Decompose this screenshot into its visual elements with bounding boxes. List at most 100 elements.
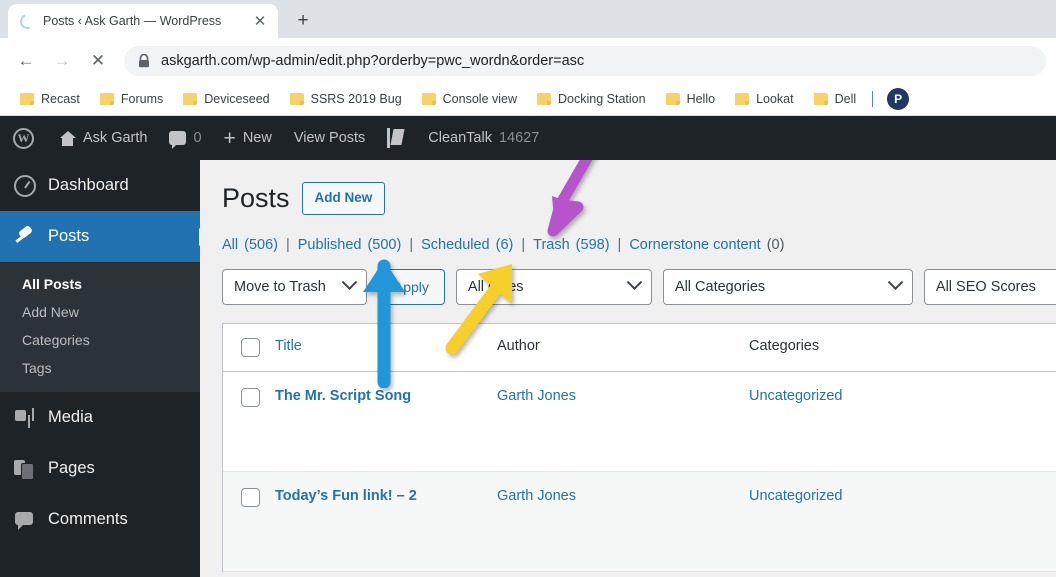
sidebar-item-pages[interactable]: Pages bbox=[0, 443, 200, 494]
close-icon[interactable]: ✕ bbox=[250, 11, 270, 31]
post-title-link[interactable]: The Mr. Script Song bbox=[275, 388, 411, 404]
bookmark-ssrs-2019-bug[interactable]: SSRS 2019 Bug bbox=[282, 89, 410, 109]
folder-icon bbox=[421, 93, 436, 105]
submenu-item-all-posts[interactable]: All Posts bbox=[0, 270, 200, 298]
bookmark-console-view[interactable]: Console view bbox=[414, 89, 525, 109]
post-author-link[interactable]: Garth Jones bbox=[497, 488, 576, 504]
bulk-action-value: Move to Trash bbox=[234, 278, 326, 295]
stop-icon[interactable]: ✕ bbox=[82, 45, 114, 77]
folder-icon bbox=[20, 93, 34, 105]
row-author-cell: Garth Jones bbox=[497, 472, 749, 520]
dashboard-icon bbox=[14, 174, 36, 197]
back-icon[interactable]: ← bbox=[10, 45, 42, 77]
browser-tab[interactable]: Posts ‹ Ask Garth — WordPress ✕ bbox=[8, 4, 278, 38]
column-author-label: Author bbox=[497, 337, 540, 354]
add-new-button[interactable]: Add New bbox=[301, 182, 386, 215]
column-header-categories[interactable]: Categories bbox=[749, 324, 979, 368]
column-title-label: Title bbox=[275, 337, 302, 354]
browser-chrome: Posts ‹ Ask Garth — WordPress ✕ + ← → ✕ … bbox=[0, 0, 1056, 116]
wordpress-logo-icon[interactable] bbox=[0, 116, 48, 160]
avatar[interactable]: P bbox=[887, 88, 910, 110]
post-category-link[interactable]: Uncategorized bbox=[749, 388, 843, 404]
bookmarks-bar: Recast Forums Deviceseed SSRS 2019 Bug C… bbox=[0, 83, 1056, 116]
yoast-icon bbox=[387, 128, 406, 148]
divider bbox=[872, 91, 874, 107]
post-author-link[interactable]: Garth Jones bbox=[497, 388, 576, 404]
admin-sidebar: Dashboard Posts All Posts Add New Catego… bbox=[0, 160, 200, 577]
submenu-item-categories[interactable]: Categories bbox=[0, 326, 200, 354]
wp-logo-glyph bbox=[13, 127, 34, 149]
adminbar-cleantalk[interactable]: CleanTalk 14627 bbox=[417, 116, 550, 160]
posts-submenu: All Posts Add New Categories Tags bbox=[0, 262, 200, 392]
table-navigation: Move to Trash Apply All dates All Catego… bbox=[222, 268, 1056, 305]
column-categories-label: Categories bbox=[749, 337, 820, 354]
forward-icon[interactable]: → bbox=[46, 45, 78, 77]
bookmark-recast[interactable]: Recast bbox=[12, 89, 88, 109]
admin-body: Dashboard Posts All Posts Add New Catego… bbox=[0, 160, 1056, 577]
filter-trash[interactable]: Trash bbox=[533, 237, 570, 253]
sidebar-item-label: Pages bbox=[48, 459, 95, 477]
column-header-title[interactable]: Title bbox=[275, 324, 497, 368]
folder-icon bbox=[289, 93, 304, 105]
sidebar-item-posts[interactable]: Posts bbox=[0, 211, 200, 262]
adminbar-site-name[interactable]: Ask Garth bbox=[48, 116, 158, 160]
row-title-cell: The Mr. Script Song bbox=[275, 372, 497, 420]
sidebar-item-comments[interactable]: Comments bbox=[0, 494, 200, 545]
lock-icon bbox=[139, 53, 149, 67]
date-filter-select[interactable]: All dates bbox=[455, 268, 652, 305]
pin-icon bbox=[14, 226, 36, 248]
address-bar[interactable]: askgarth.com/wp-admin/edit.php?orderby=p… bbox=[124, 45, 1046, 76]
adminbar-comments[interactable]: 0 bbox=[158, 116, 212, 160]
cleantalk-label: CleanTalk bbox=[428, 130, 492, 146]
sidebar-item-label: Comments bbox=[48, 510, 128, 528]
sidebar-item-label: Posts bbox=[48, 227, 90, 245]
bookmark-forums[interactable]: Forums bbox=[92, 89, 171, 109]
folder-icon bbox=[99, 93, 114, 105]
filter-scheduled-count: (6) bbox=[495, 236, 514, 253]
row-checkbox[interactable] bbox=[241, 487, 260, 507]
page-title: Posts bbox=[222, 182, 290, 213]
sidebar-item-media[interactable]: Media bbox=[0, 392, 200, 443]
row-checkbox[interactable] bbox=[241, 387, 260, 407]
browser-window: Posts ‹ Ask Garth — WordPress ✕ + ← → ✕ … bbox=[0, 0, 1056, 577]
filter-scheduled[interactable]: Scheduled bbox=[421, 237, 490, 253]
post-category-link[interactable]: Uncategorized bbox=[749, 488, 843, 504]
bookmark-docking-station[interactable]: Docking Station bbox=[529, 89, 654, 109]
select-all-cell bbox=[223, 324, 275, 371]
select-all-checkbox[interactable] bbox=[241, 337, 260, 357]
bookmark-dell[interactable]: Dell bbox=[806, 89, 865, 109]
tab-strip: Posts ‹ Ask Garth — WordPress ✕ + bbox=[0, 0, 1056, 38]
filter-trash-count: (598) bbox=[575, 236, 610, 253]
filter-published[interactable]: Published bbox=[298, 237, 362, 253]
filter-published-count: (500) bbox=[367, 236, 402, 253]
submenu-item-add-new[interactable]: Add New bbox=[0, 298, 200, 326]
bookmark-hello[interactable]: Hello bbox=[658, 89, 724, 109]
cleantalk-count: 14627 bbox=[498, 130, 540, 146]
column-header-author[interactable]: Author bbox=[497, 324, 749, 368]
post-title-link[interactable]: Today’s Fun link! – 2 bbox=[275, 488, 417, 504]
submenu-item-tags[interactable]: Tags bbox=[0, 354, 200, 382]
adminbar-view-posts[interactable]: View Posts bbox=[283, 116, 376, 160]
seo-filter-value: All SEO Scores bbox=[935, 278, 1036, 295]
category-filter-select[interactable]: All Categories bbox=[662, 268, 913, 305]
bookmark-label: SSRS 2019 Bug bbox=[310, 92, 402, 106]
filter-cornerstone-content[interactable]: Cornerstone content bbox=[629, 237, 760, 253]
bulk-action-select[interactable]: Move to Trash bbox=[222, 268, 367, 305]
apply-button[interactable]: Apply bbox=[377, 268, 445, 305]
bookmark-deviceseed[interactable]: Deviceseed bbox=[175, 89, 277, 109]
bookmark-lookat[interactable]: Lookat bbox=[727, 89, 802, 109]
bookmark-label: Deviceseed bbox=[204, 92, 270, 106]
new-tab-icon[interactable]: + bbox=[288, 6, 318, 36]
date-filter-value: All dates bbox=[467, 278, 524, 295]
adminbar-yoast[interactable] bbox=[376, 116, 417, 160]
folder-icon bbox=[813, 93, 828, 105]
tab-title: Posts ‹ Ask Garth — WordPress bbox=[43, 14, 222, 28]
folder-icon bbox=[183, 93, 198, 105]
row-select-cell bbox=[223, 372, 275, 423]
seo-filter-select[interactable]: All SEO Scores bbox=[923, 268, 1056, 305]
posts-table: Title Author Categories The Mr. Script S… bbox=[222, 322, 1056, 572]
row-title-cell: Today’s Fun link! – 2 bbox=[275, 472, 497, 520]
adminbar-new[interactable]: + New bbox=[213, 116, 283, 160]
filter-all[interactable]: All bbox=[222, 237, 238, 253]
sidebar-item-dashboard[interactable]: Dashboard bbox=[0, 160, 200, 211]
